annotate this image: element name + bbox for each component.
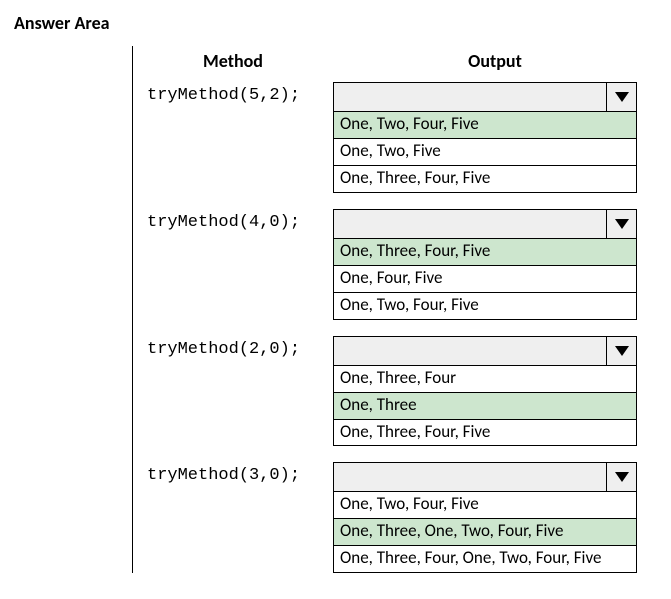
output-dropdown[interactable]: One, Two, Four, Five One, Three, One, Tw…: [333, 462, 637, 573]
output-dropdown[interactable]: One, Three, Four, Five One, Four, Five O…: [333, 209, 637, 320]
dropdown-toggle-button[interactable]: [606, 337, 636, 365]
method-label: tryMethod(2,0);: [133, 336, 333, 447]
dropdown-option[interactable]: One, Three, Four, One, Two, Four, Five: [334, 545, 636, 572]
header-method: Method: [133, 46, 333, 82]
dropdown-options: One, Two, Four, Five One, Three, One, Tw…: [333, 492, 637, 573]
dropdown-option[interactable]: One, Three, Four, Five: [334, 419, 636, 446]
dropdown-option[interactable]: One, Three, One, Two, Four, Five: [334, 518, 636, 545]
table-row: tryMethod(4,0); One, Three, Four, Five O…: [133, 209, 657, 320]
answer-table: Method Output tryMethod(5,2); One, Two, …: [132, 46, 657, 573]
method-label: tryMethod(3,0);: [133, 462, 333, 573]
chevron-down-icon: [614, 218, 630, 230]
dropdown-option[interactable]: One, Two, Four, Five: [334, 492, 636, 518]
table-header: Method Output: [133, 46, 657, 82]
table-row: tryMethod(2,0); One, Three, Four One, Th…: [133, 336, 657, 447]
dropdown-option[interactable]: One, Three, Four, Five: [334, 239, 636, 265]
dropdown-toggle-button[interactable]: [606, 463, 636, 491]
dropdown-value: [334, 210, 606, 238]
table-row: tryMethod(5,2); One, Two, Four, Five One…: [133, 82, 657, 193]
header-output: Output: [333, 46, 657, 82]
dropdown-value: [334, 463, 606, 491]
dropdown-value: [334, 337, 606, 365]
dropdown-option[interactable]: One, Three: [334, 392, 636, 419]
output-dropdown[interactable]: One, Three, Four One, Three One, Three, …: [333, 336, 637, 447]
table-row: tryMethod(3,0); One, Two, Four, Five One…: [133, 462, 657, 573]
dropdown-closed[interactable]: [333, 209, 637, 239]
dropdown-options: One, Three, Four One, Three One, Three, …: [333, 366, 637, 447]
chevron-down-icon: [614, 91, 630, 103]
output-dropdown[interactable]: One, Two, Four, Five One, Two, Five One,…: [333, 82, 637, 193]
dropdown-closed[interactable]: [333, 82, 637, 112]
dropdown-options: One, Two, Four, Five One, Two, Five One,…: [333, 112, 637, 193]
chevron-down-icon: [614, 345, 630, 357]
dropdown-option[interactable]: One, Two, Four, Five: [334, 292, 636, 319]
dropdown-toggle-button[interactable]: [606, 210, 636, 238]
method-label: tryMethod(5,2);: [133, 82, 333, 193]
dropdown-toggle-button[interactable]: [606, 83, 636, 111]
dropdown-option[interactable]: One, Two, Five: [334, 138, 636, 165]
dropdown-options: One, Three, Four, Five One, Four, Five O…: [333, 239, 637, 320]
method-label: tryMethod(4,0);: [133, 209, 333, 320]
dropdown-option[interactable]: One, Three, Four: [334, 366, 636, 392]
dropdown-value: [334, 83, 606, 111]
dropdown-option[interactable]: One, Two, Four, Five: [334, 112, 636, 138]
dropdown-option[interactable]: One, Three, Four, Five: [334, 165, 636, 192]
page-title: Answer Area: [14, 12, 657, 34]
dropdown-closed[interactable]: [333, 336, 637, 366]
chevron-down-icon: [614, 471, 630, 483]
dropdown-closed[interactable]: [333, 462, 637, 492]
dropdown-option[interactable]: One, Four, Five: [334, 265, 636, 292]
